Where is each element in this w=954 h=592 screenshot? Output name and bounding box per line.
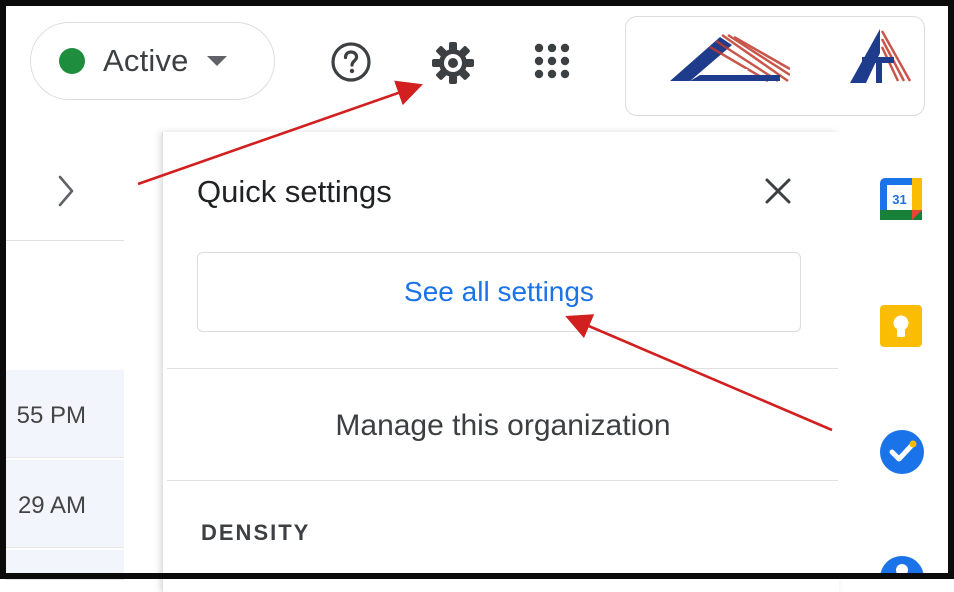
mail-row[interactable]	[6, 550, 124, 580]
status-label: Active	[103, 43, 189, 78]
keep-icon[interactable]	[880, 305, 922, 347]
settings-gear-icon[interactable]	[430, 40, 476, 86]
organization-logo-box[interactable]	[625, 16, 925, 116]
google-apps-icon[interactable]	[533, 42, 571, 80]
section-divider	[167, 480, 839, 481]
help-icon[interactable]	[330, 41, 372, 83]
mail-row[interactable]: 29 AM	[6, 460, 124, 548]
calendar-icon[interactable]: 31	[880, 178, 922, 220]
org-logo-a	[670, 33, 790, 83]
see-all-settings-button[interactable]: See all settings	[197, 252, 801, 332]
caret-down-icon	[206, 56, 227, 66]
quick-settings-panel: Quick settings See all settings Manage t…	[162, 132, 839, 592]
chevron-right-icon[interactable]	[56, 174, 76, 208]
mail-row[interactable]: 55 PM	[6, 370, 124, 458]
contacts-icon[interactable]	[880, 556, 924, 579]
mail-time: 29 AM	[17, 492, 86, 519]
status-active-dot	[59, 48, 85, 74]
quick-settings-title: Quick settings	[197, 174, 392, 209]
calendar-day: 31	[892, 192, 906, 207]
list-divider	[6, 240, 124, 241]
tasks-icon[interactable]	[880, 430, 924, 474]
manage-organization-link[interactable]: Manage this organization	[167, 396, 839, 456]
mail-time: 55 PM	[16, 402, 86, 429]
status-dropdown[interactable]: Active	[30, 22, 275, 100]
section-divider	[167, 368, 839, 369]
density-heading: DENSITY	[201, 520, 311, 545]
close-icon[interactable]	[763, 176, 793, 206]
org-logo-b	[850, 29, 912, 83]
